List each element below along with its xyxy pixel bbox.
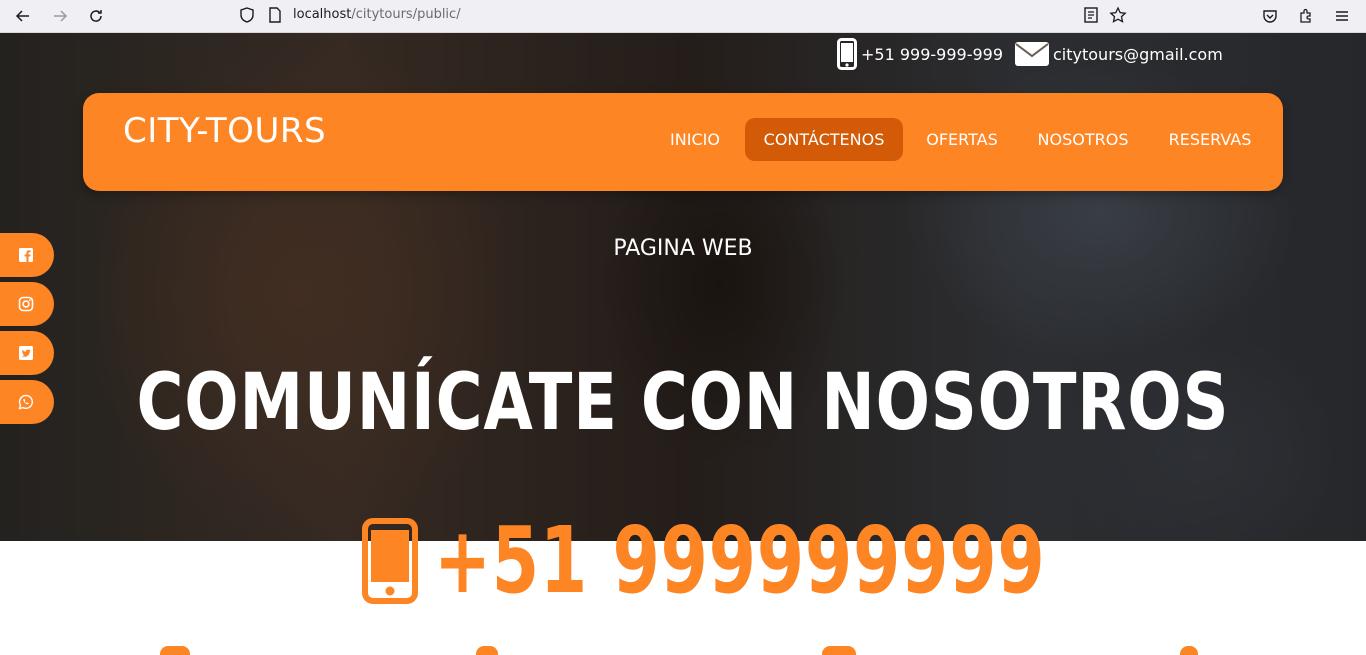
nav-item-nosotros[interactable]: NOSOTROS (1027, 118, 1139, 161)
main-navbar: CITY-TOURS INICIO CONTÁCTENOS OFERTAS NO… (83, 93, 1283, 191)
next-section-peek (0, 640, 1366, 655)
facebook-link[interactable] (0, 233, 54, 277)
star-icon[interactable] (1109, 6, 1127, 24)
hero-title: COMUNÍCATE CON NOSOTROS (136, 358, 1230, 448)
pocket-icon[interactable] (1259, 5, 1281, 27)
big-phone-number: +51 999999999 (434, 507, 1046, 614)
peek-glyph (822, 646, 856, 655)
address-bar[interactable]: localhost/citytours/public/ (232, 2, 1135, 28)
browser-toolbar: localhost/citytours/public/ (0, 0, 1366, 33)
instagram-icon (18, 296, 34, 312)
forward-icon[interactable] (49, 5, 71, 27)
mobile-phone-icon (837, 38, 857, 70)
peek-glyph (160, 646, 190, 655)
twitter-icon (19, 346, 33, 360)
twitter-link[interactable] (0, 331, 54, 375)
page-icon[interactable] (266, 6, 284, 24)
hero-section: +51 999-999-999 citytours@gmail.com CITY… (0, 33, 1366, 541)
url-text[interactable]: localhost/citytours/public/ (293, 6, 461, 24)
url-host: localhost (293, 7, 352, 22)
nav-item-contactenos[interactable]: CONTÁCTENOS (745, 118, 903, 161)
facebook-icon (19, 248, 33, 262)
top-phone-text: +51 999-999-999 (861, 44, 1004, 64)
top-phone: +51 999-999-999 (837, 38, 1004, 70)
back-icon[interactable] (12, 5, 34, 27)
shield-icon[interactable] (238, 6, 256, 24)
nav-item-inicio[interactable]: INICIO (657, 118, 733, 161)
nav-item-ofertas[interactable]: OFERTAS (917, 118, 1007, 161)
top-email: citytours@gmail.com (1015, 39, 1223, 69)
peek-glyph (476, 646, 498, 655)
whatsapp-icon (18, 394, 33, 410)
nav-item-reservas[interactable]: RESERVAS (1159, 118, 1261, 161)
top-email-text: citytours@gmail.com (1053, 44, 1223, 64)
instagram-link[interactable] (0, 282, 54, 326)
big-phone: +51 999999999 (362, 507, 1260, 614)
reader-view-icon[interactable] (1082, 6, 1100, 24)
peek-glyph (1180, 646, 1198, 655)
menu-icon[interactable] (1331, 5, 1353, 27)
url-path: /citytours/public/ (351, 7, 461, 22)
envelope-icon (1015, 42, 1049, 66)
hero-subtitle: PAGINA WEB (613, 236, 753, 261)
brand-logo[interactable]: CITY-TOURS (123, 111, 326, 151)
mobile-phone-icon (362, 517, 418, 604)
reload-icon[interactable] (85, 5, 107, 27)
extensions-icon[interactable] (1295, 5, 1317, 27)
whatsapp-link[interactable] (0, 380, 54, 424)
